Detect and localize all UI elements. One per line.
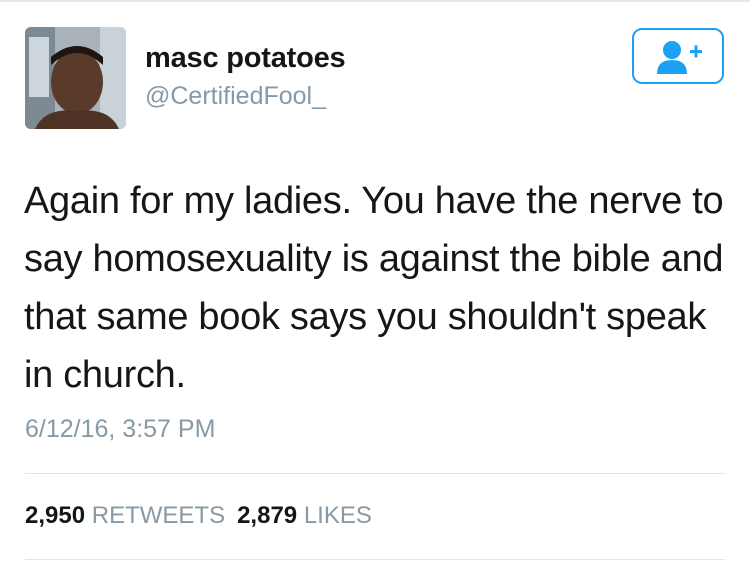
user-handle[interactable]: @CertifiedFool_ [145,82,326,111]
tweet-text: Again for my ladies. You have the nerve … [24,180,724,396]
likes-stat[interactable]: 2,879 LIKES [237,502,372,529]
tweet-timestamp[interactable]: 6/12/16, 3:57 PM [25,415,215,444]
divider [25,473,725,474]
display-name[interactable]: masc potatoes [145,42,346,75]
add-user-icon [657,41,702,74]
retweets-count: 2,950 [25,502,86,529]
avatar[interactable] [25,27,126,129]
tweet-stats: 2,950 RETWEETS 2,879 LIKES [25,502,372,530]
follow-button[interactable] [632,28,724,84]
divider [25,559,725,560]
avatar-photo-icon [25,27,126,129]
retweets-stat[interactable]: 2,950 RETWEETS [25,502,225,529]
likes-label: LIKES [303,502,372,529]
likes-count: 2,879 [237,502,298,529]
retweets-label: RETWEETS [91,502,226,529]
top-border [0,0,750,2]
